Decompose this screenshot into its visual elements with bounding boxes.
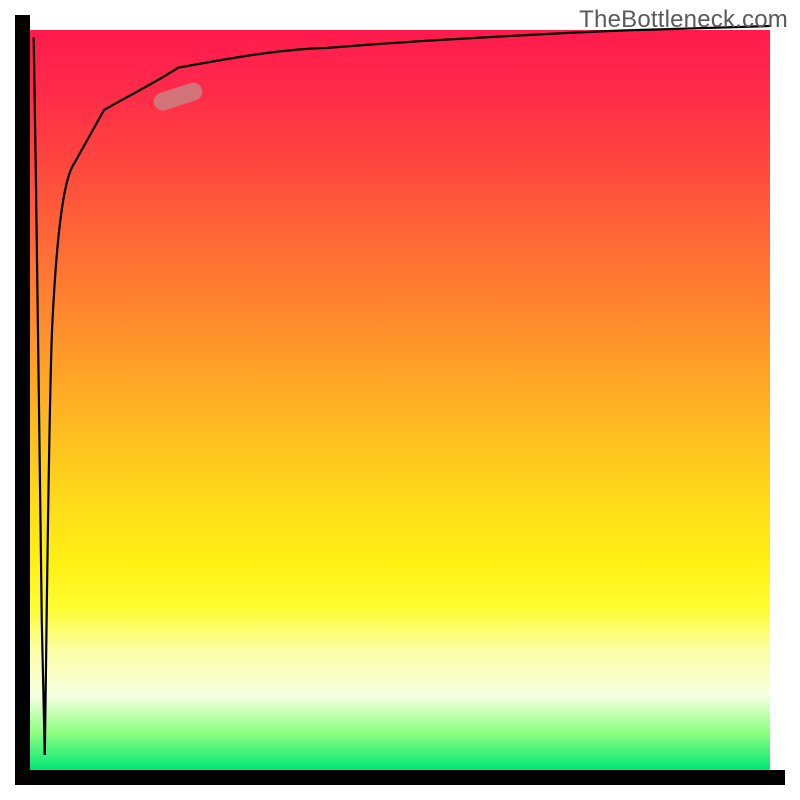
plot-gradient-background [30,30,770,770]
chart-stage: TheBottleneck.com [0,0,800,800]
watermark-text: TheBottleneck.com [579,6,788,34]
